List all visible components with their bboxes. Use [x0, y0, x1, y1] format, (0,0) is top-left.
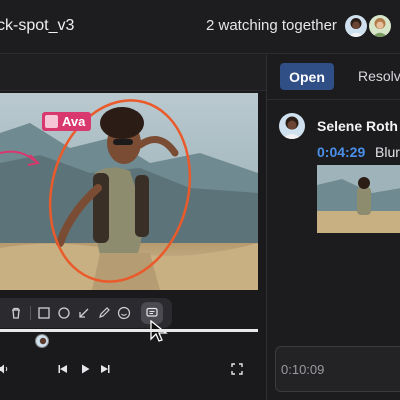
comment-input-box[interactable]: 0:10:09: [275, 346, 400, 392]
player-area: Ava: [0, 55, 266, 400]
previous-frame-icon[interactable]: [55, 361, 71, 377]
tab-resolved[interactable]: Resolve: [358, 68, 400, 84]
comment-text: Blur: [375, 144, 400, 160]
comment-author-avatar: [279, 113, 305, 139]
pen-icon[interactable]: [94, 303, 114, 323]
comments-panel: Open Resolve Selene Roth 0:04:29 Blur 0:…: [267, 55, 400, 400]
fullscreen-icon[interactable]: [229, 361, 245, 377]
next-frame-icon[interactable]: [97, 361, 113, 377]
video-frame[interactable]: [0, 93, 258, 290]
toolbar-divider: [30, 306, 31, 320]
play-icon[interactable]: [77, 361, 93, 377]
circle-icon[interactable]: [54, 303, 74, 323]
comment-input-timestamp: 0:10:09: [281, 362, 325, 377]
volume-icon[interactable]: [0, 361, 12, 377]
annotation-avatar: [45, 115, 58, 128]
video-image: [0, 93, 258, 290]
top-bar: ck-spot_v3 2 watching together: [0, 0, 400, 54]
collaborator-annotation-tag[interactable]: Ava: [42, 112, 92, 131]
timeline-comment-marker[interactable]: [35, 334, 49, 348]
avatar-image: [345, 15, 367, 37]
arrow-icon[interactable]: [74, 303, 94, 323]
rectangle-icon[interactable]: [34, 303, 54, 323]
viewer-avatar-1[interactable]: [343, 13, 369, 39]
tabs-divider: [267, 99, 400, 100]
comment-thumbnail[interactable]: [317, 165, 400, 233]
tab-open[interactable]: Open: [280, 63, 334, 90]
comment-timestamp[interactable]: 0:04:29: [317, 144, 365, 160]
annotation-label: Ava: [62, 114, 86, 129]
watching-status: 2 watching together: [206, 17, 337, 34]
annotation-toolbar: [0, 298, 172, 328]
player-subheader: [0, 55, 266, 91]
project-title: ck-spot_v3: [0, 17, 75, 34]
emoji-icon[interactable]: [114, 303, 134, 323]
comment-author-name: Selene Roth: [317, 118, 398, 134]
timeline-progress-bar[interactable]: [0, 329, 258, 332]
viewer-avatar-2[interactable]: [367, 13, 393, 39]
avatar-image: [369, 15, 391, 37]
trash-icon[interactable]: [6, 303, 26, 323]
mouse-cursor-icon: [150, 320, 168, 342]
